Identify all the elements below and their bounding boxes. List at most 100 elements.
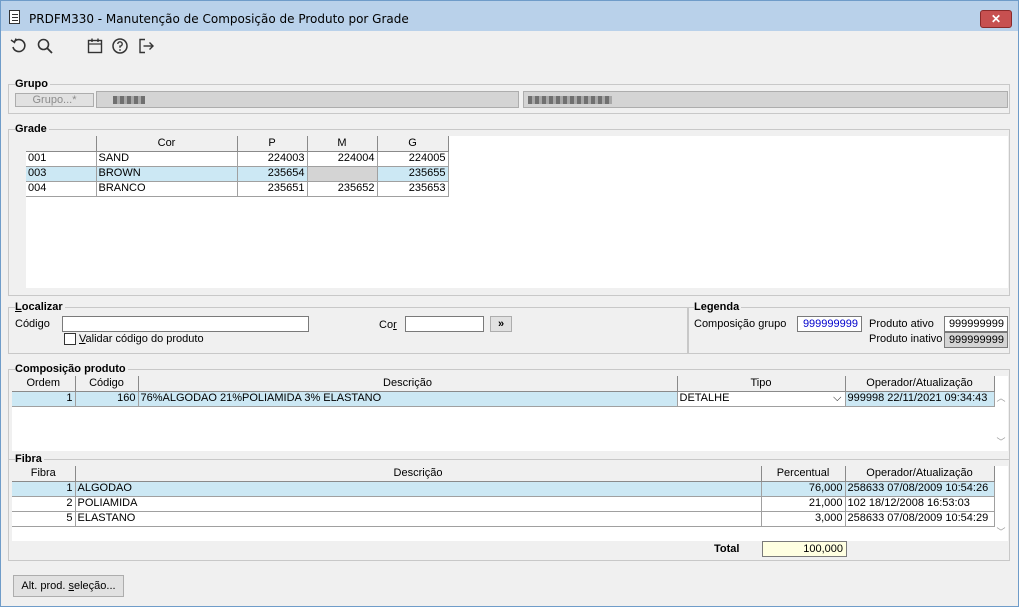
title-bar: PRDFM330 - Manutenção de Composição de P…: [1, 1, 1018, 31]
composicao-scrollbar[interactable]: ︿ ﹀: [994, 376, 1008, 451]
table-cell[interactable]: 004: [26, 181, 97, 197]
column-header[interactable]: Ordem: [12, 376, 76, 392]
table-cell[interactable]: [307, 166, 378, 182]
table-row[interactable]: 2 POLIAMIDA 21,000 102 18/12/2008 16:53:03: [12, 496, 995, 512]
scroll-down-icon[interactable]: ﹀: [994, 435, 1008, 449]
table-row[interactable]: 001 SAND 224003 224004 224005: [26, 151, 449, 167]
table-cell[interactable]: 76,000: [761, 481, 846, 497]
alt-prod-selecao-button[interactable]: Alt. prod. seleção...: [13, 575, 124, 597]
table-cell[interactable]: 001: [26, 151, 97, 167]
comp-grupo-swatch: 999999999: [797, 316, 862, 332]
column-header[interactable]: Percentual: [761, 466, 846, 482]
table-cell[interactable]: SAND: [96, 151, 238, 167]
table-cell[interactable]: 235655: [377, 166, 449, 182]
column-header[interactable]: [26, 136, 97, 152]
produto-inativo-label: Produto inativo: [869, 333, 943, 345]
table-cell[interactable]: 1: [12, 481, 76, 497]
column-header[interactable]: Descrição: [75, 466, 762, 482]
document-icon: [9, 10, 20, 24]
table-cell[interactable]: 999998 22/11/2021 09:34:43: [845, 391, 995, 407]
table-row[interactable]: 1 160 76%ALGODAO 21%POLIAMIDA 3% ELASTANO D…: [12, 391, 995, 407]
table-cell[interactable]: 3,000: [761, 511, 846, 527]
column-header[interactable]: Descrição: [138, 376, 678, 392]
validar-checkbox[interactable]: [64, 333, 76, 345]
localizar-title: Localizar: [15, 301, 65, 313]
composicao-body: 1 160 76%ALGODAO 21%POLIAMIDA 3% ELASTANO D…: [12, 391, 995, 407]
table-cell[interactable]: POLIAMIDA: [75, 496, 762, 512]
exit-icon[interactable]: [136, 37, 156, 57]
total-label: Total: [714, 543, 740, 555]
fibra-table: Fibra Descrição Percentual Operador/Atualiz…: [12, 466, 995, 527]
column-header[interactable]: Código: [75, 376, 139, 392]
table-cell[interactable]: 160: [75, 391, 139, 407]
search-icon[interactable]: [35, 37, 55, 57]
grade-header-row: Cor P M G: [26, 136, 449, 152]
table-cell[interactable]: 235652: [307, 181, 378, 197]
table-cell[interactable]: 102 18/12/2008 16:53:03: [845, 496, 995, 512]
table-cell[interactable]: 003: [26, 166, 97, 182]
fibra-scrollbar[interactable]: ﹀: [994, 466, 1008, 541]
composicao-grid: Ordem Código Descrição Tipo Operador/Atualiz…: [12, 376, 1008, 451]
produto-ativo-label: Produto ativo: [869, 318, 934, 330]
column-header[interactable]: Operador/Atualização: [845, 376, 995, 392]
table-row[interactable]: 1 ALGODAO 76,000 258633 07/08/2009 10:54:26: [12, 481, 995, 497]
scroll-up-icon[interactable]: ︿: [994, 391, 1008, 405]
table-cell[interactable]: 21,000: [761, 496, 846, 512]
table-cell[interactable]: 224005: [377, 151, 449, 167]
column-header[interactable]: P: [237, 136, 308, 152]
table-row[interactable]: 5 ELASTANO 3,000 258633 07/08/2009 10:54:29: [12, 511, 995, 527]
table-cell[interactable]: 235654: [237, 166, 308, 182]
table-cell[interactable]: 258633 07/08/2009 10:54:29: [845, 511, 995, 527]
grade-grid: Cor P M G 001 SAND 224003 224004 224005 003 BROWN…: [26, 136, 1008, 288]
cor-input[interactable]: [405, 316, 484, 332]
window-title: PRDFM330 - Manutenção de Composição de P…: [29, 12, 409, 26]
column-header[interactable]: M: [307, 136, 378, 152]
table-cell[interactable]: 235651: [237, 181, 308, 197]
validar-label: Validar código do produto: [79, 333, 204, 345]
table-cell[interactable]: ALGODAO: [75, 481, 762, 497]
column-header[interactable]: Operador/Atualização: [845, 466, 995, 482]
table-cell[interactable]: 76%ALGODAO 21%POLIAMIDA 3% ELASTANO: [138, 391, 678, 407]
cor-label: Cor: [379, 319, 397, 331]
table-row[interactable]: 004 BRANCO 235651 235652 235653: [26, 181, 449, 197]
legenda-title: Legenda: [694, 301, 742, 313]
table-cell[interactable]: BROWN: [96, 166, 238, 182]
table-cell[interactable]: DETALHE ⌵: [677, 391, 846, 407]
fibra-body: 1 ALGODAO 76,000 258633 07/08/2009 10:54:26…: [12, 481, 995, 527]
fibra-title: Fibra: [15, 453, 44, 465]
produto-ativo-swatch: 999999999: [944, 316, 1008, 332]
chevron-down-icon[interactable]: ⌵: [833, 392, 841, 405]
scroll-down-icon[interactable]: ﹀: [994, 525, 1008, 539]
table-cell[interactable]: 224003: [237, 151, 308, 167]
refresh-icon[interactable]: [9, 37, 29, 57]
column-header[interactable]: G: [377, 136, 449, 152]
close-button[interactable]: ✕: [980, 10, 1012, 28]
total-value: 100,000: [762, 541, 847, 557]
composicao-title: Composição produto: [15, 363, 128, 375]
search-go-button[interactable]: »: [490, 316, 512, 332]
grupo-code-field: [96, 91, 519, 108]
table-cell[interactable]: 258633 07/08/2009 10:54:26: [845, 481, 995, 497]
grade-body: 001 SAND 224003 224004 224005 003 BROWN 235654 2…: [26, 151, 449, 197]
column-header[interactable]: Fibra: [12, 466, 76, 482]
column-header[interactable]: Cor: [96, 136, 238, 152]
table-cell[interactable]: 224004: [307, 151, 378, 167]
calendar-icon[interactable]: [85, 37, 105, 57]
codigo-input[interactable]: [62, 316, 309, 332]
table-cell[interactable]: BRANCO: [96, 181, 238, 197]
table-cell[interactable]: 5: [12, 511, 76, 527]
close-icon: ✕: [990, 12, 1002, 26]
grupo-button[interactable]: Grupo...*: [15, 93, 94, 107]
grupo-description-field: [523, 91, 1008, 108]
column-header[interactable]: Tipo: [677, 376, 846, 392]
redacted-text: [528, 96, 612, 104]
client-area: Grupo Grupo...* Grade Cor P M G 001 SAND 2240…: [8, 63, 1015, 603]
codigo-label: Código: [15, 318, 50, 330]
table-cell[interactable]: 235653: [377, 181, 449, 197]
grupo-title: Grupo: [15, 78, 50, 90]
table-cell[interactable]: 2: [12, 496, 76, 512]
help-icon[interactable]: [110, 37, 130, 57]
table-cell[interactable]: ELASTANO: [75, 511, 762, 527]
table-cell[interactable]: 1: [12, 391, 76, 407]
table-row[interactable]: 003 BROWN 235654 235655: [26, 166, 449, 182]
